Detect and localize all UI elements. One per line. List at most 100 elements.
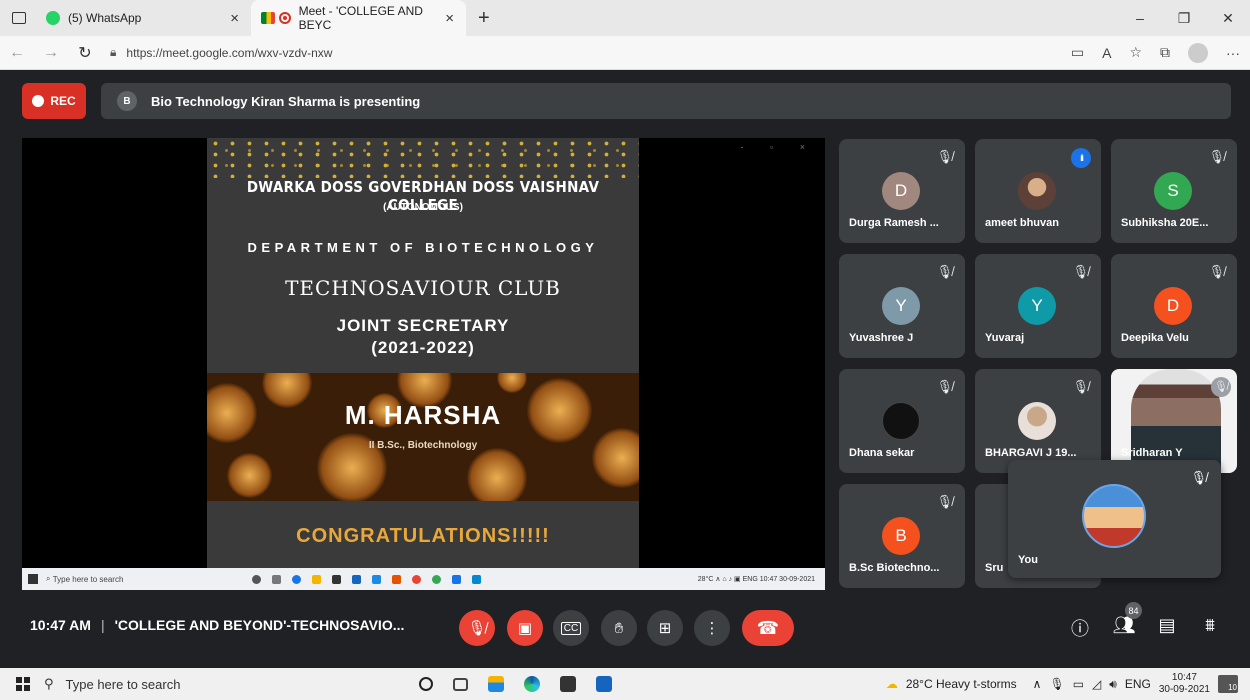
chat-button[interactable]: ▤ (1154, 615, 1180, 636)
edge-icon[interactable] (524, 676, 540, 692)
network-icon[interactable]: ◿ (1092, 677, 1101, 691)
chrome-icon-2 (432, 574, 441, 584)
presenter-tray: 28°C ∧ ⌂ ♪ ▣ ENG 10:47 30-09-2021 (697, 576, 815, 583)
meeting-details-button[interactable]: ⓘ (1067, 615, 1093, 641)
volume-icon[interactable]: 🔊︎ (1109, 677, 1117, 692)
mic-toggle-button[interactable]: 🎙︎̸ (459, 610, 495, 646)
camera-in-use-icon[interactable]: ▭ (1071, 44, 1084, 61)
participant-avatar: S (1154, 172, 1192, 210)
system-tray: ☁︎ 28°C Heavy t-storms ∧ 🎙︎ ▭ ◿ 🔊︎ ENG 1… (886, 672, 1238, 696)
close-tab-icon[interactable]: × (230, 10, 239, 27)
lock-icon[interactable]: 🔒︎ (110, 45, 116, 60)
meeting-info: 10:47 AM | 'COLLEGE AND BEYOND'-TECHNOSA… (30, 617, 404, 633)
maximize-button[interactable]: ❐ (1162, 0, 1206, 36)
recording-button[interactable]: REC (22, 83, 86, 119)
participant-avatar (1018, 172, 1056, 210)
url-field[interactable]: 🔒︎ https://meet.google.com/wxv-vzdv-nxw (110, 45, 332, 60)
participant-avatar: Y (1018, 287, 1056, 325)
tab-actions-icon[interactable] (12, 12, 26, 24)
activities-icon: ⩩ (1205, 615, 1215, 635)
info-icon: ⓘ (1071, 619, 1089, 639)
cortana-icon[interactable] (419, 677, 433, 691)
close-window-button[interactable]: ✕ (1206, 0, 1250, 36)
microphone-icon[interactable]: 🎙︎ (1049, 677, 1064, 691)
browser-toolbar: ▭ A ☆ ⧉ ··· (1071, 42, 1240, 63)
more-options-button[interactable]: ⋮ (694, 610, 730, 646)
activities-button[interactable]: ⩩ (1197, 615, 1223, 636)
participant-tile[interactable]: 🎙︎̸ Y Yuvaraj (975, 254, 1101, 358)
battery-icon[interactable]: ▭ (1073, 677, 1084, 691)
browser-tab-strip: (5) WhatsApp × Meet - 'COLLEGE AND BEYC … (0, 0, 1250, 36)
participant-tile[interactable]: 🎙︎̸ S Subhiksha 20E... (1111, 139, 1237, 243)
store-icon[interactable] (560, 676, 576, 692)
presenter-taskbar-icons (252, 574, 481, 584)
close-tab-icon[interactable]: × (445, 10, 454, 27)
collections-icon[interactable]: ⧉ (1160, 44, 1170, 61)
app-icon-2 (472, 574, 481, 584)
chrome-icon (412, 574, 421, 584)
weather-icon[interactable]: ☁︎ (886, 677, 898, 691)
tab-whatsapp[interactable]: (5) WhatsApp × (36, 0, 251, 36)
slide-autonomous: (AUTONOMOUS) (383, 202, 463, 213)
weather-text[interactable]: 28°C Heavy t-storms (906, 677, 1017, 691)
participant-tile[interactable]: 🎙︎̸ Y Yuvashree J (839, 254, 965, 358)
mic-muted-icon: 🎙︎̸ (936, 494, 953, 509)
raise-hand-button[interactable]: ✋︎ (601, 610, 637, 646)
stage-window-controls: - ▫ × (740, 142, 817, 152)
captions-button[interactable]: CC (553, 610, 589, 646)
reload-icon[interactable]: ↻ (68, 43, 102, 63)
slide-degree: II B.Sc., Biotechnology (368, 440, 478, 451)
recording-icon (278, 12, 291, 24)
participant-tile[interactable]: ıIı ameet bhuvan (975, 139, 1101, 243)
leave-call-button[interactable]: ☎︎ (742, 610, 794, 646)
mic-muted-icon: 🎙︎̸ (1208, 264, 1225, 279)
present-icon: ⊞ (658, 620, 672, 637)
presentation-stage[interactable]: - ▫ × DWARKA DOSS GOVERDHAN DOSS VAISHNA… (22, 138, 825, 590)
participant-tile[interactable]: 🎙︎̸ D Durga Ramesh ... (839, 139, 965, 243)
presenter-search: ⌕ Type here to search (46, 574, 124, 584)
participant-tile[interactable]: 🎙︎̸ Dhana sekar (839, 369, 965, 473)
forward-icon[interactable]: → (34, 44, 68, 62)
presenting-text: Bio Technology Kiran Sharma is presentin… (151, 93, 421, 109)
participant-avatar (1018, 402, 1056, 440)
presenting-banner: B Bio Technology Kiran Sharma is present… (101, 83, 1231, 119)
task-view-icon[interactable] (453, 677, 468, 691)
show-hidden-icons[interactable]: ∧ (1033, 677, 1042, 691)
chat-icon: ▤ (1158, 615, 1176, 635)
notifications-icon[interactable]: 10 (1218, 675, 1238, 693)
minimize-button[interactable]: – (1118, 0, 1162, 36)
hand-icon: ✋︎ (614, 619, 624, 637)
participant-tile[interactable]: 🎙︎̸ BHARGAVI J 19... (975, 369, 1101, 473)
read-aloud-icon[interactable]: A (1102, 45, 1111, 61)
mic-muted-icon: 🎙︎̸ (1072, 379, 1089, 394)
slide-department: DEPARTMENT OF BIOTECHNOLOGY (247, 240, 599, 255)
participant-tile[interactable]: 🎙︎̸ D Deepika Velu (1111, 254, 1237, 358)
present-now-button[interactable]: ⊞ (647, 610, 683, 646)
participant-name: Yuvashree J (849, 332, 914, 344)
presenter-taskbar: ⌕ Type here to search 28°C ∧ ⌂ ♪ ▣ ENG 1… (22, 568, 825, 590)
start-button[interactable] (16, 677, 30, 691)
slide-position: JOINT SECRETARY (336, 316, 510, 335)
file-explorer-icon[interactable] (488, 676, 504, 692)
taskbar-clock[interactable]: 10:47 30-09-2021 (1159, 672, 1210, 696)
participant-name: Durga Ramesh ... (849, 217, 939, 229)
camera-toggle-button[interactable]: ▣ (507, 610, 543, 646)
taskbar-apps (419, 676, 612, 692)
language-indicator[interactable]: ENG (1125, 677, 1151, 691)
participant-avatar: D (1154, 287, 1192, 325)
self-view-tile[interactable]: 🎙︎̸ You (1008, 460, 1221, 578)
back-icon[interactable]: ← (0, 44, 34, 62)
taskbar-search[interactable]: ⚲ Type here to search (44, 676, 344, 692)
profile-avatar[interactable] (1188, 42, 1208, 63)
people-count-badge: 84 (1125, 602, 1142, 619)
participant-avatar (882, 402, 920, 440)
participant-tile[interactable]: 🎙︎̸ Sridharan Y (1111, 369, 1237, 473)
participant-tile[interactable]: 🎙︎̸ B B.Sc Biotechno... (839, 484, 965, 588)
new-tab-button[interactable]: + (478, 7, 490, 30)
hang-up-icon: ☎︎ (756, 617, 780, 638)
favorites-star-icon[interactable]: ☆ (1129, 44, 1142, 61)
more-options-icon[interactable]: ··· (1226, 45, 1240, 61)
clock-date: 30-09-2021 (1158, 684, 1210, 695)
tab-meet[interactable]: Meet - 'COLLEGE AND BEYC × (251, 0, 466, 36)
mail-icon[interactable] (596, 676, 612, 692)
